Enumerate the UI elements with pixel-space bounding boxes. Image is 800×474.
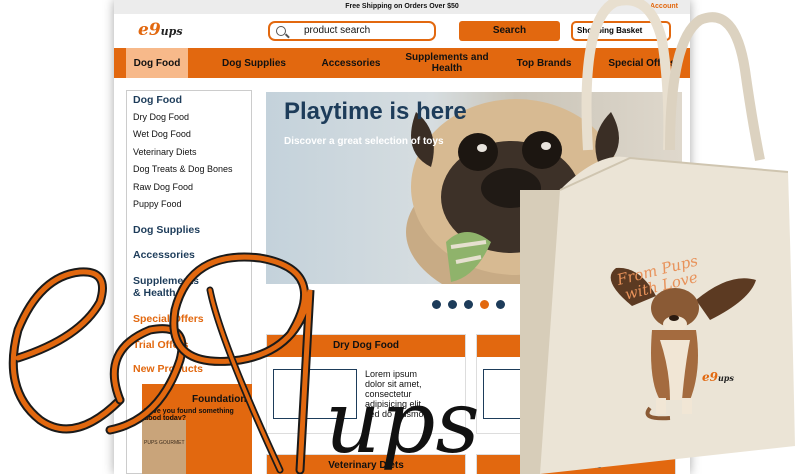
sidebar-item-puppy[interactable]: Puppy Food bbox=[133, 199, 182, 209]
nav-item-accessories[interactable]: Accessories bbox=[310, 48, 392, 78]
nav-item-dog-supplies[interactable]: Dog Supplies bbox=[206, 48, 302, 78]
sidebar-item-veterinary[interactable]: Veterinary Diets bbox=[133, 147, 197, 157]
nav-item-dog-food[interactable]: Dog Food bbox=[126, 48, 188, 78]
nav-item-supplements[interactable]: Supplements and Health bbox=[402, 48, 492, 78]
search-icon bbox=[276, 26, 286, 36]
sidebar-item-treats[interactable]: Dog Treats & Dog Bones bbox=[133, 164, 233, 174]
overlay-brand-logo: ups bbox=[8, 252, 480, 474]
hero-subtitle: Discover a great selection of toys bbox=[284, 136, 444, 147]
sidebar-heading-dog-food[interactable]: Dog Food bbox=[133, 94, 182, 106]
site-logo[interactable]: e9ups bbox=[138, 20, 183, 40]
sidebar-item-raw[interactable]: Raw Dog Food bbox=[133, 182, 193, 192]
tote-bag-image bbox=[520, 0, 795, 474]
sidebar-item-dry[interactable]: Dry Dog Food bbox=[133, 112, 189, 122]
search-value: product search bbox=[304, 25, 371, 36]
sidebar-item-wet[interactable]: Wet Dog Food bbox=[133, 129, 191, 139]
overlay-logo-suffix: ups bbox=[325, 373, 480, 473]
hero-title: Playtime is here bbox=[284, 98, 467, 125]
free-shipping-text: Free Shipping on Orders Over $50 bbox=[345, 3, 459, 10]
tote-brand-logo: e9ups bbox=[702, 370, 734, 384]
search-input[interactable]: product search bbox=[268, 21, 436, 41]
